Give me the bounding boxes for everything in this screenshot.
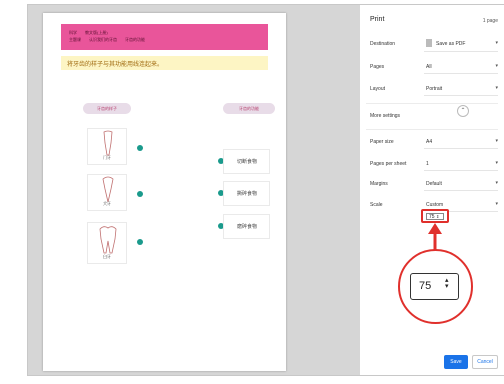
scale-value-zoomed: 75 (419, 280, 432, 292)
chevron-down-icon[interactable]: ▾ (495, 63, 498, 69)
chevron-down-icon[interactable]: ▾ (495, 138, 498, 144)
spinner-icon: ▴ ▾ (445, 277, 449, 290)
cancel-button[interactable]: Cancel (472, 355, 498, 369)
margins-label: Margins (370, 181, 388, 187)
save-button[interactable]: Save (444, 355, 468, 369)
preview-page: 科学 教文版(上册) 主题课 认识我们的牙齿 牙齿的功能 将牙齿的样子与其功能用… (43, 13, 286, 371)
scale-label: Scale (370, 202, 383, 208)
tooth-label: 门牙 (103, 155, 111, 160)
layout-select[interactable]: Portrait (426, 86, 442, 92)
destination-label: Destination (370, 41, 396, 47)
paper-size-label: Paper size (370, 139, 394, 145)
tooth-incisor: 门牙 (87, 128, 127, 165)
margins-select[interactable]: Default (426, 181, 442, 187)
paper-size-select[interactable]: A4 (426, 139, 432, 145)
document-icon (426, 39, 432, 47)
teeth-heading: 牙齿的样子 (83, 103, 131, 114)
tooth-molar: 臼牙 (87, 222, 127, 264)
chevron-down-icon[interactable]: ▾ (495, 40, 498, 46)
print-title: Print (370, 16, 385, 23)
pages-select[interactable]: All (426, 64, 432, 70)
pages-label: Pages (370, 64, 385, 70)
chevron-up-icon[interactable]: ⌃ (457, 105, 469, 117)
more-settings-toggle[interactable]: More settings (370, 113, 400, 119)
page-count: 1 page (482, 18, 498, 24)
pages-per-sheet-select[interactable]: 1 (426, 161, 429, 167)
destination-value[interactable]: Save as PDF (436, 41, 465, 47)
print-preview: 科学 教文版(上册) 主题课 认识我们的牙齿 牙齿的功能 将牙齿的样子与其功能用… (28, 5, 360, 375)
chevron-down-icon[interactable]: ▾ (495, 85, 498, 91)
header-line-1: 科学 教文版(上册) (69, 30, 108, 35)
spinner-icon[interactable]: ⇕ (436, 214, 439, 219)
worksheet-header: 科学 教文版(上册) 主题课 认识我们的牙齿 牙齿的功能 (61, 24, 268, 50)
tooth-label: 臼牙 (103, 254, 111, 259)
function-box: 切断食物 (223, 149, 270, 174)
header-line-2: 主题课 认识我们的牙齿 牙齿的功能 (69, 37, 145, 42)
function-box: 磨碎食物 (223, 214, 270, 239)
worksheet-instruction: 将牙齿的样子与其功能用线连起来。 (61, 56, 268, 70)
pages-per-sheet-label: Pages per sheet (370, 161, 407, 167)
chevron-down-icon[interactable]: ▾ (495, 201, 498, 207)
function-heading: 牙齿的功能 (223, 103, 275, 114)
scale-input-zoomed: 75 ▴ ▾ (410, 273, 459, 300)
scale-input-highlight: 75 ⇕ (421, 209, 449, 223)
scale-select[interactable]: Custom (426, 202, 443, 208)
match-dot[interactable] (137, 145, 143, 151)
molar-icon (99, 226, 117, 254)
chevron-down-icon[interactable]: ▾ (495, 180, 498, 186)
chevron-down-icon[interactable]: ▾ (495, 160, 498, 166)
match-dot[interactable] (137, 239, 143, 245)
match-dot[interactable] (137, 191, 143, 197)
tooth-label: 犬牙 (103, 201, 111, 206)
scale-input[interactable]: 75 ⇕ (426, 213, 444, 220)
function-box: 撕碎食物 (223, 181, 270, 206)
layout-label: Layout (370, 86, 386, 92)
tooth-canine: 犬牙 (87, 174, 127, 211)
